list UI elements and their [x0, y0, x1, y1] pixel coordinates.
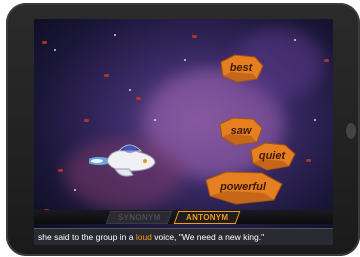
tab-synonym-label: SYNONYM — [117, 213, 161, 222]
word-rock-best[interactable]: best — [217, 52, 265, 84]
star — [114, 34, 116, 36]
rocket-body — [106, 149, 156, 172]
star — [294, 39, 296, 41]
star — [184, 59, 186, 61]
space-debris — [84, 119, 89, 122]
star — [74, 189, 76, 191]
sentence-bar: she said to the group in a loud voice, "… — [34, 228, 333, 245]
sentence-after: voice, "We need a new king." — [151, 232, 265, 242]
rocket-ship — [89, 144, 156, 177]
word-rock-powerful[interactable]: powerful — [202, 168, 284, 206]
rocket-fin — [114, 168, 134, 177]
sentence-before: she said to the group in a — [38, 232, 136, 242]
sentence-target-word: loud — [135, 232, 152, 242]
space-debris — [136, 97, 141, 100]
space-debris — [58, 169, 63, 172]
home-button[interactable] — [346, 123, 356, 139]
star — [54, 49, 56, 51]
tab-synonym[interactable]: SYNONYM — [105, 211, 173, 224]
tab-antonym-label: ANTONYM — [185, 213, 229, 222]
space-debris — [306, 159, 311, 162]
space-debris — [324, 59, 329, 62]
space-debris — [192, 35, 197, 38]
engine-flame-core — [91, 159, 103, 163]
space-debris — [42, 41, 47, 44]
space-debris — [104, 74, 109, 77]
rocket-light — [143, 159, 147, 163]
star — [314, 119, 316, 121]
cockpit-glass — [124, 145, 136, 153]
star — [129, 89, 131, 91]
star — [154, 119, 156, 121]
tab-antonym[interactable]: ANTONYM — [173, 211, 241, 224]
